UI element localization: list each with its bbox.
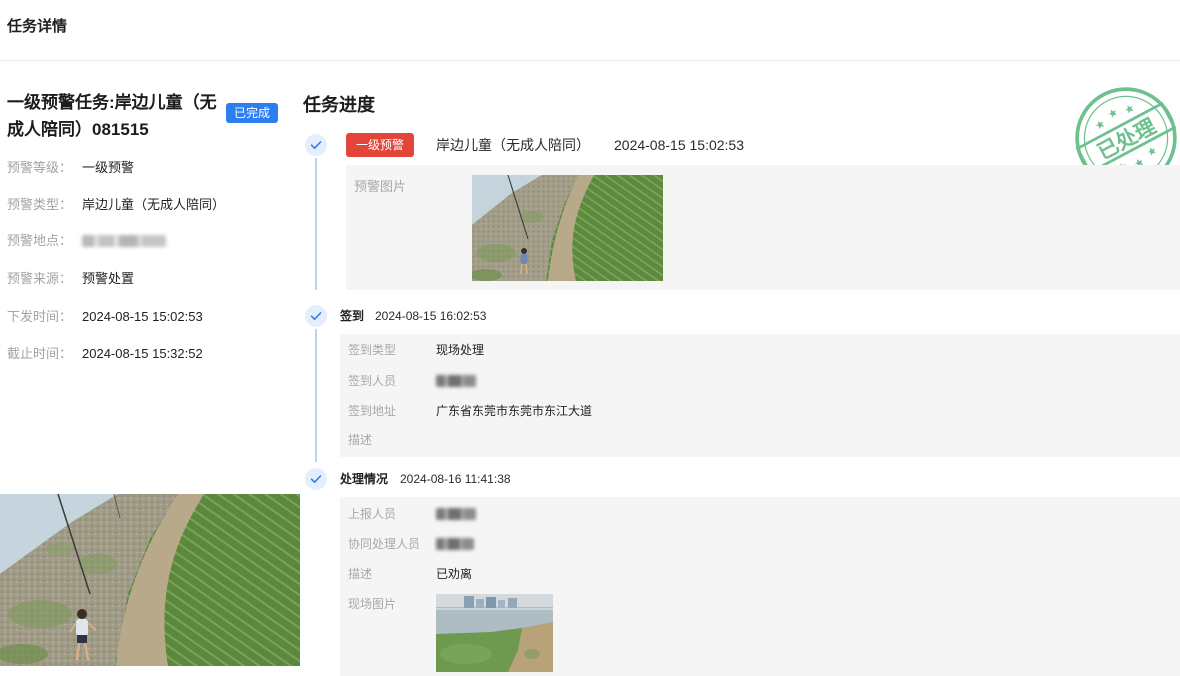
warning-photo[interactable]: [472, 175, 663, 281]
field-value: 预警处置: [82, 271, 135, 286]
field-label: 下发时间：: [7, 309, 73, 324]
header-divider: [0, 60, 1180, 61]
detail-label: 签到类型: [348, 343, 397, 357]
site-photo[interactable]: [436, 594, 553, 672]
field-value: 一级预警: [82, 160, 135, 175]
step-title: 签到: [340, 309, 365, 323]
field-value: 2024-08-15 15:02:53: [82, 309, 203, 324]
field-label: 预警地点：: [7, 233, 73, 248]
step-title: 处理情况: [340, 472, 389, 486]
detail-label: 描述: [348, 567, 373, 581]
field-value: 岸边儿童（无成人陪同）: [82, 197, 226, 212]
detail-label: 现场图片: [348, 597, 397, 611]
detail-label: 描述: [348, 433, 373, 447]
warning-level-badge: 一级预警: [346, 133, 414, 157]
warning-scene-photo[interactable]: [0, 494, 300, 666]
step-title: 岸边儿童（无成人陪同）: [436, 137, 590, 153]
detail-value: 已劝离: [436, 567, 473, 581]
detail-value: 现场处理: [436, 343, 485, 357]
blurred-value: [82, 235, 166, 247]
field-value: 2024-08-15 15:32:52: [82, 346, 203, 361]
detail-value: 广东省东莞市东莞市东江大道: [436, 404, 593, 418]
detail-label: 签到地址: [348, 404, 397, 418]
field-label: 预警等级：: [7, 160, 73, 175]
check-icon: [305, 134, 327, 156]
blurred-value: [436, 508, 476, 520]
field-label: 预警类型：: [7, 197, 73, 212]
step-time: 2024-08-15 16:02:53: [375, 309, 487, 323]
field-label: 截止时间：: [7, 346, 73, 361]
step-time: 2024-08-16 11:41:38: [400, 472, 511, 486]
detail-label: 签到人员: [348, 374, 397, 388]
detail-label: 上报人员: [348, 507, 397, 521]
page-title: 任务详情: [7, 18, 68, 35]
detail-label: 协同处理人员: [348, 537, 421, 551]
check-icon: [305, 468, 327, 490]
status-badge: 已完成: [226, 103, 278, 123]
detail-label: 预警图片: [354, 179, 407, 194]
timeline-connector: [315, 329, 317, 462]
timeline-connector: [315, 158, 317, 290]
progress-heading: 任务进度: [303, 95, 375, 115]
step-time: 2024-08-15 15:02:53: [614, 137, 744, 153]
check-icon: [305, 305, 327, 327]
blurred-value: [436, 538, 474, 550]
task-title: 一级预警任务:岸边儿童（无成人陪同）081515: [7, 93, 217, 139]
field-label: 预警来源：: [7, 271, 73, 286]
blurred-value: [436, 375, 476, 387]
